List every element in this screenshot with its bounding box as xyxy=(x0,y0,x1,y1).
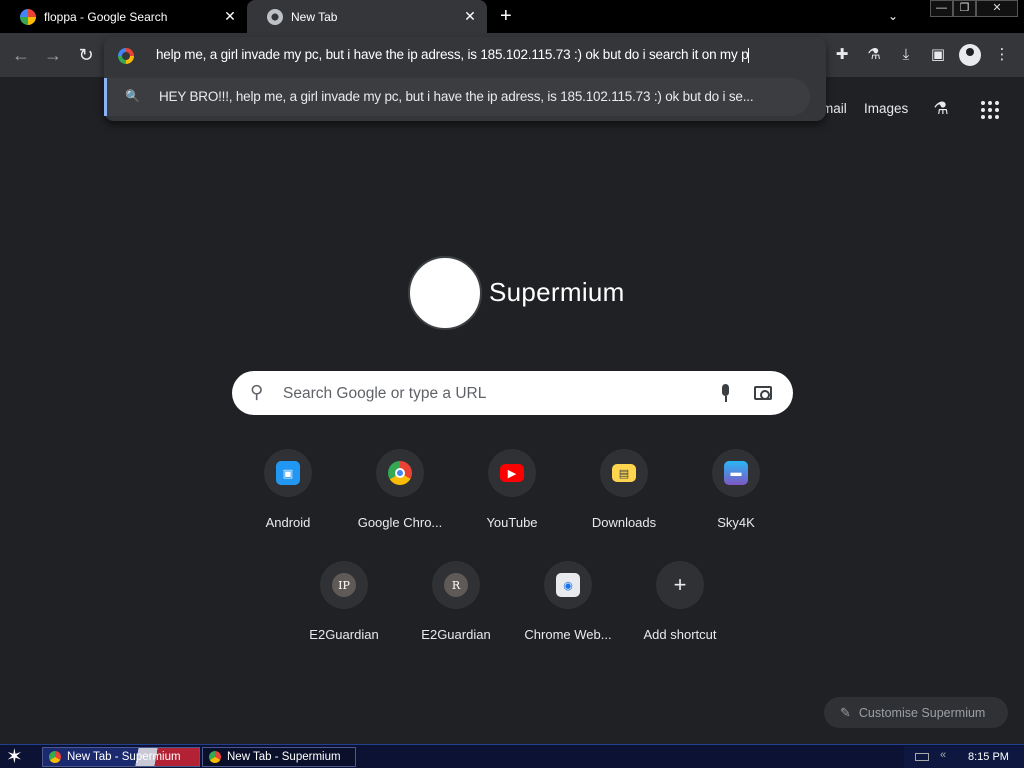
shortcut-e2guardian-1[interactable]: IP E2Guardian xyxy=(288,561,400,657)
search-icon: 🔍 xyxy=(125,89,140,103)
minimize-button[interactable]: — xyxy=(930,0,953,17)
search-icon: ⚲ xyxy=(250,382,264,402)
downloads-icon: ▤ xyxy=(612,464,636,482)
taskbar-item-1[interactable]: New Tab - Supermium xyxy=(42,747,200,767)
profile-icon[interactable] xyxy=(959,44,981,66)
android-icon: ▣ xyxy=(276,461,300,485)
omnibox-suggestion[interactable]: 🔍 HEY BRO!!!, help me, a girl invade my … xyxy=(104,78,810,116)
youtube-icon: ▶ xyxy=(500,464,524,482)
clock[interactable]: 8:15 PM xyxy=(968,751,1009,763)
shortcut-e2guardian-2[interactable]: R E2Guardian xyxy=(400,561,512,657)
tab-search-chevron-icon[interactable]: ⌄ xyxy=(888,9,898,23)
tab-title: New Tab xyxy=(291,9,338,24)
letter-r-icon: R xyxy=(444,573,468,597)
chrome-icon xyxy=(49,751,61,763)
shortcut-label: E2Guardian xyxy=(309,627,379,642)
text-caret xyxy=(748,47,750,63)
side-panel-icon[interactable]: ▣ xyxy=(928,45,948,65)
plus-icon: + xyxy=(656,561,704,609)
shortcut-youtube[interactable]: ▶ YouTube xyxy=(456,449,568,545)
letter-ip-icon: IP xyxy=(332,573,356,597)
keyboard-icon[interactable] xyxy=(915,753,929,761)
address-input[interactable]: help me, a girl invade my pc, but i have… xyxy=(156,47,806,63)
download-icon[interactable]: ⤓ xyxy=(896,45,916,65)
taskbar-item-2[interactable]: New Tab - Supermium xyxy=(202,747,356,767)
tab-new-tab[interactable]: New Tab ✕ xyxy=(247,0,487,33)
chrome-icon xyxy=(388,461,412,485)
tab-title: floppa - Google Search xyxy=(44,9,168,24)
new-tab-button[interactable]: + xyxy=(500,6,512,26)
search-input[interactable]: Search Google or type a URL xyxy=(283,385,486,403)
customise-label: Customise Supermium xyxy=(858,705,986,720)
shortcut-add[interactable]: + Add shortcut xyxy=(624,561,736,657)
customise-button[interactable]: ✎ Customise Supermium xyxy=(824,697,1008,728)
microphone-icon[interactable] xyxy=(720,382,732,404)
chrome-icon xyxy=(209,751,221,763)
back-button[interactable]: ← xyxy=(11,45,31,65)
apps-grid-icon[interactable] xyxy=(981,101,999,119)
shortcut-chrome-web-store[interactable]: ◉ Chrome Web... xyxy=(512,561,624,657)
shortcut-label: Sky4K xyxy=(717,515,755,530)
omnibox-dropdown: help me, a girl invade my pc, but i have… xyxy=(104,37,826,121)
taskbar: ✶ New Tab - Supermium New Tab - Supermiu… xyxy=(0,744,1024,768)
restore-button[interactable]: ❐ xyxy=(953,0,976,17)
shortcut-downloads[interactable]: ▤ Downloads xyxy=(568,449,680,545)
logo-text: Supermium xyxy=(489,277,625,307)
pencil-icon: ✎ xyxy=(840,704,851,720)
chrome-web-store-icon: ◉ xyxy=(556,573,580,597)
window-close-button[interactable]: ✕ xyxy=(976,0,1018,17)
shortcut-label: E2Guardian xyxy=(421,627,491,642)
taskbar-item-label: New Tab - Supermium xyxy=(67,751,181,763)
tray-arrow-icon[interactable]: « xyxy=(940,749,946,761)
puzzle-icon[interactable]: ✚ xyxy=(832,45,852,65)
address-bar[interactable]: help me, a girl invade my pc, but i have… xyxy=(104,37,826,75)
google-icon xyxy=(20,8,36,25)
system-tray: « 8:15 PM xyxy=(904,746,1024,768)
tab-strip: floppa - Google Search ✕ New Tab ✕ + ⌄ —… xyxy=(0,0,1024,33)
suggestion-text: HEY BRO!!!, help me, a girl invade my pc… xyxy=(159,89,754,104)
sky4k-icon: ▬ xyxy=(724,461,748,485)
images-link[interactable]: Images xyxy=(864,101,908,116)
shortcut-sky4k[interactable]: ▬ Sky4K xyxy=(680,449,792,545)
kebab-menu-icon[interactable]: ⋮ xyxy=(992,45,1012,65)
shortcut-label: YouTube xyxy=(486,515,538,530)
camera-icon[interactable] xyxy=(754,386,772,400)
close-icon[interactable]: ✕ xyxy=(223,9,237,23)
labs-flask-icon[interactable]: ⚗ xyxy=(931,99,951,119)
shortcut-label: Chrome Web... xyxy=(524,627,612,642)
flask-icon[interactable]: ⚗ xyxy=(864,45,884,65)
shortcut-label: Google Chro... xyxy=(357,515,443,530)
shortcut-label: Add shortcut xyxy=(643,627,717,642)
google-icon xyxy=(118,48,134,64)
supermium-logo xyxy=(408,256,482,330)
forward-button[interactable]: → xyxy=(43,45,63,65)
taskbar-item-label: New Tab - Supermium xyxy=(227,751,341,763)
close-icon[interactable]: ✕ xyxy=(463,9,477,23)
search-box[interactable]: ⚲ Search Google or type a URL xyxy=(232,371,793,415)
start-star-icon[interactable]: ✶ xyxy=(6,746,23,768)
reload-button[interactable]: ↻ xyxy=(76,45,96,65)
shortcut-label: Downloads xyxy=(591,515,657,530)
shortcut-android[interactable]: ▣ Android xyxy=(232,449,344,545)
tab-floppa[interactable]: floppa - Google Search ✕ xyxy=(0,0,247,33)
shortcut-label: Android xyxy=(265,515,311,530)
shortcut-google-chrome[interactable]: Google Chro... xyxy=(344,449,456,545)
chrome-icon xyxy=(267,8,283,25)
